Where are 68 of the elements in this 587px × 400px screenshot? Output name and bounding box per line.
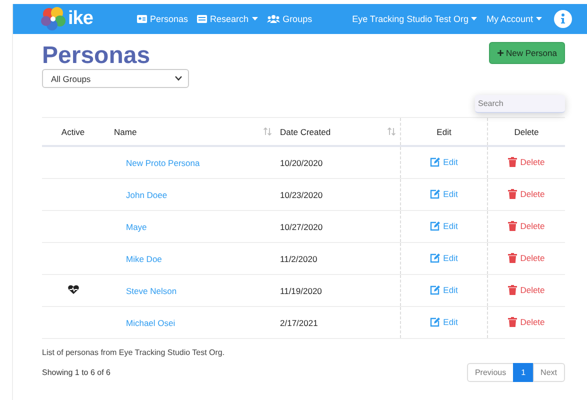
group-select[interactable]: All Groups <box>42 69 189 88</box>
trash-icon <box>508 252 518 262</box>
edit-icon <box>430 316 440 326</box>
flower-logo-icon <box>41 7 67 31</box>
nav-menu[interactable]: Eye Tracking Studio Test Org <box>352 14 478 24</box>
trash-icon <box>508 316 518 326</box>
date-text: 11/19/2020 <box>280 286 322 296</box>
nav-menu[interactable]: My Account <box>486 14 542 24</box>
search-field[interactable]: Search <box>475 95 565 113</box>
edit-link[interactable]: Edit <box>430 252 458 262</box>
persona-name-link[interactable]: Maye <box>126 222 147 232</box>
column-header[interactable]: Active <box>42 118 104 146</box>
page-button[interactable]: Previous <box>466 363 514 382</box>
trash-icon <box>508 188 518 198</box>
delete-link[interactable]: Delete <box>508 188 545 198</box>
edit-icon <box>430 220 440 230</box>
delete-link[interactable]: Delete <box>508 252 545 262</box>
trash-icon <box>508 284 518 294</box>
edit-link[interactable]: Edit <box>430 220 458 230</box>
caret-icon <box>536 17 542 21</box>
page-title: Personas <box>42 42 150 70</box>
edit-link[interactable]: Edit <box>430 156 458 166</box>
persona-name-link[interactable]: Mike Doe <box>126 254 162 264</box>
heartbeat-icon <box>68 285 78 294</box>
column-header[interactable]: Name <box>104 118 276 146</box>
page-button[interactable]: Next <box>532 363 565 382</box>
delete-link[interactable]: Delete <box>508 316 545 326</box>
nav-link[interactable]: Research <box>197 14 258 24</box>
info-icon[interactable] <box>554 10 572 28</box>
edit-icon <box>430 188 440 198</box>
date-text: 11/2/2020 <box>280 254 318 264</box>
persona-name-link[interactable]: New Proto Persona <box>126 158 200 168</box>
column-header[interactable]: Delete <box>488 118 565 146</box>
new-persona-button[interactable]: + New Persona <box>488 42 565 64</box>
delete-link[interactable]: Delete <box>508 156 545 166</box>
edit-icon <box>430 156 440 166</box>
entries-summary: Showing 1 to 6 of 6 <box>42 368 110 377</box>
date-text: 10/20/2020 <box>280 158 323 168</box>
logo-text[interactable]: ike <box>68 8 93 30</box>
trash-icon <box>508 156 518 166</box>
caret-icon <box>252 17 258 21</box>
edit-link[interactable]: Edit <box>430 284 458 294</box>
edit-link[interactable]: Edit <box>430 188 458 198</box>
chevron-down-icon <box>175 76 182 81</box>
edit-icon <box>430 252 440 262</box>
users-icon <box>266 15 280 23</box>
edit-icon <box>430 284 440 294</box>
column-header[interactable]: Date Created <box>276 118 400 146</box>
list-icon <box>197 15 208 23</box>
nav-link[interactable]: Personas <box>137 14 188 24</box>
column-header[interactable]: Edit <box>400 118 488 146</box>
date-text: 2/17/2021 <box>280 318 318 328</box>
persona-name-link[interactable]: Steve Nelson <box>126 286 177 296</box>
sort-icon <box>387 127 396 136</box>
date-text: 10/23/2020 <box>280 190 323 200</box>
sort-icon <box>263 127 272 136</box>
caret-icon <box>471 17 478 21</box>
page-button[interactable]: 1 <box>513 363 534 382</box>
persona-name-link[interactable]: John Doee <box>126 190 168 200</box>
table-caption: List of personas from Eye Tracking Studio Test Org. <box>42 348 226 357</box>
date-text: 10/27/2020 <box>280 222 323 232</box>
delete-link[interactable]: Delete <box>508 284 545 294</box>
trash-icon <box>508 220 518 230</box>
delete-link[interactable]: Delete <box>508 220 545 230</box>
persona-name-link[interactable]: Michael Osei <box>126 318 176 328</box>
id-card-icon <box>137 15 147 23</box>
edit-link[interactable]: Edit <box>430 316 458 326</box>
nav-link[interactable]: Groups <box>266 14 312 24</box>
